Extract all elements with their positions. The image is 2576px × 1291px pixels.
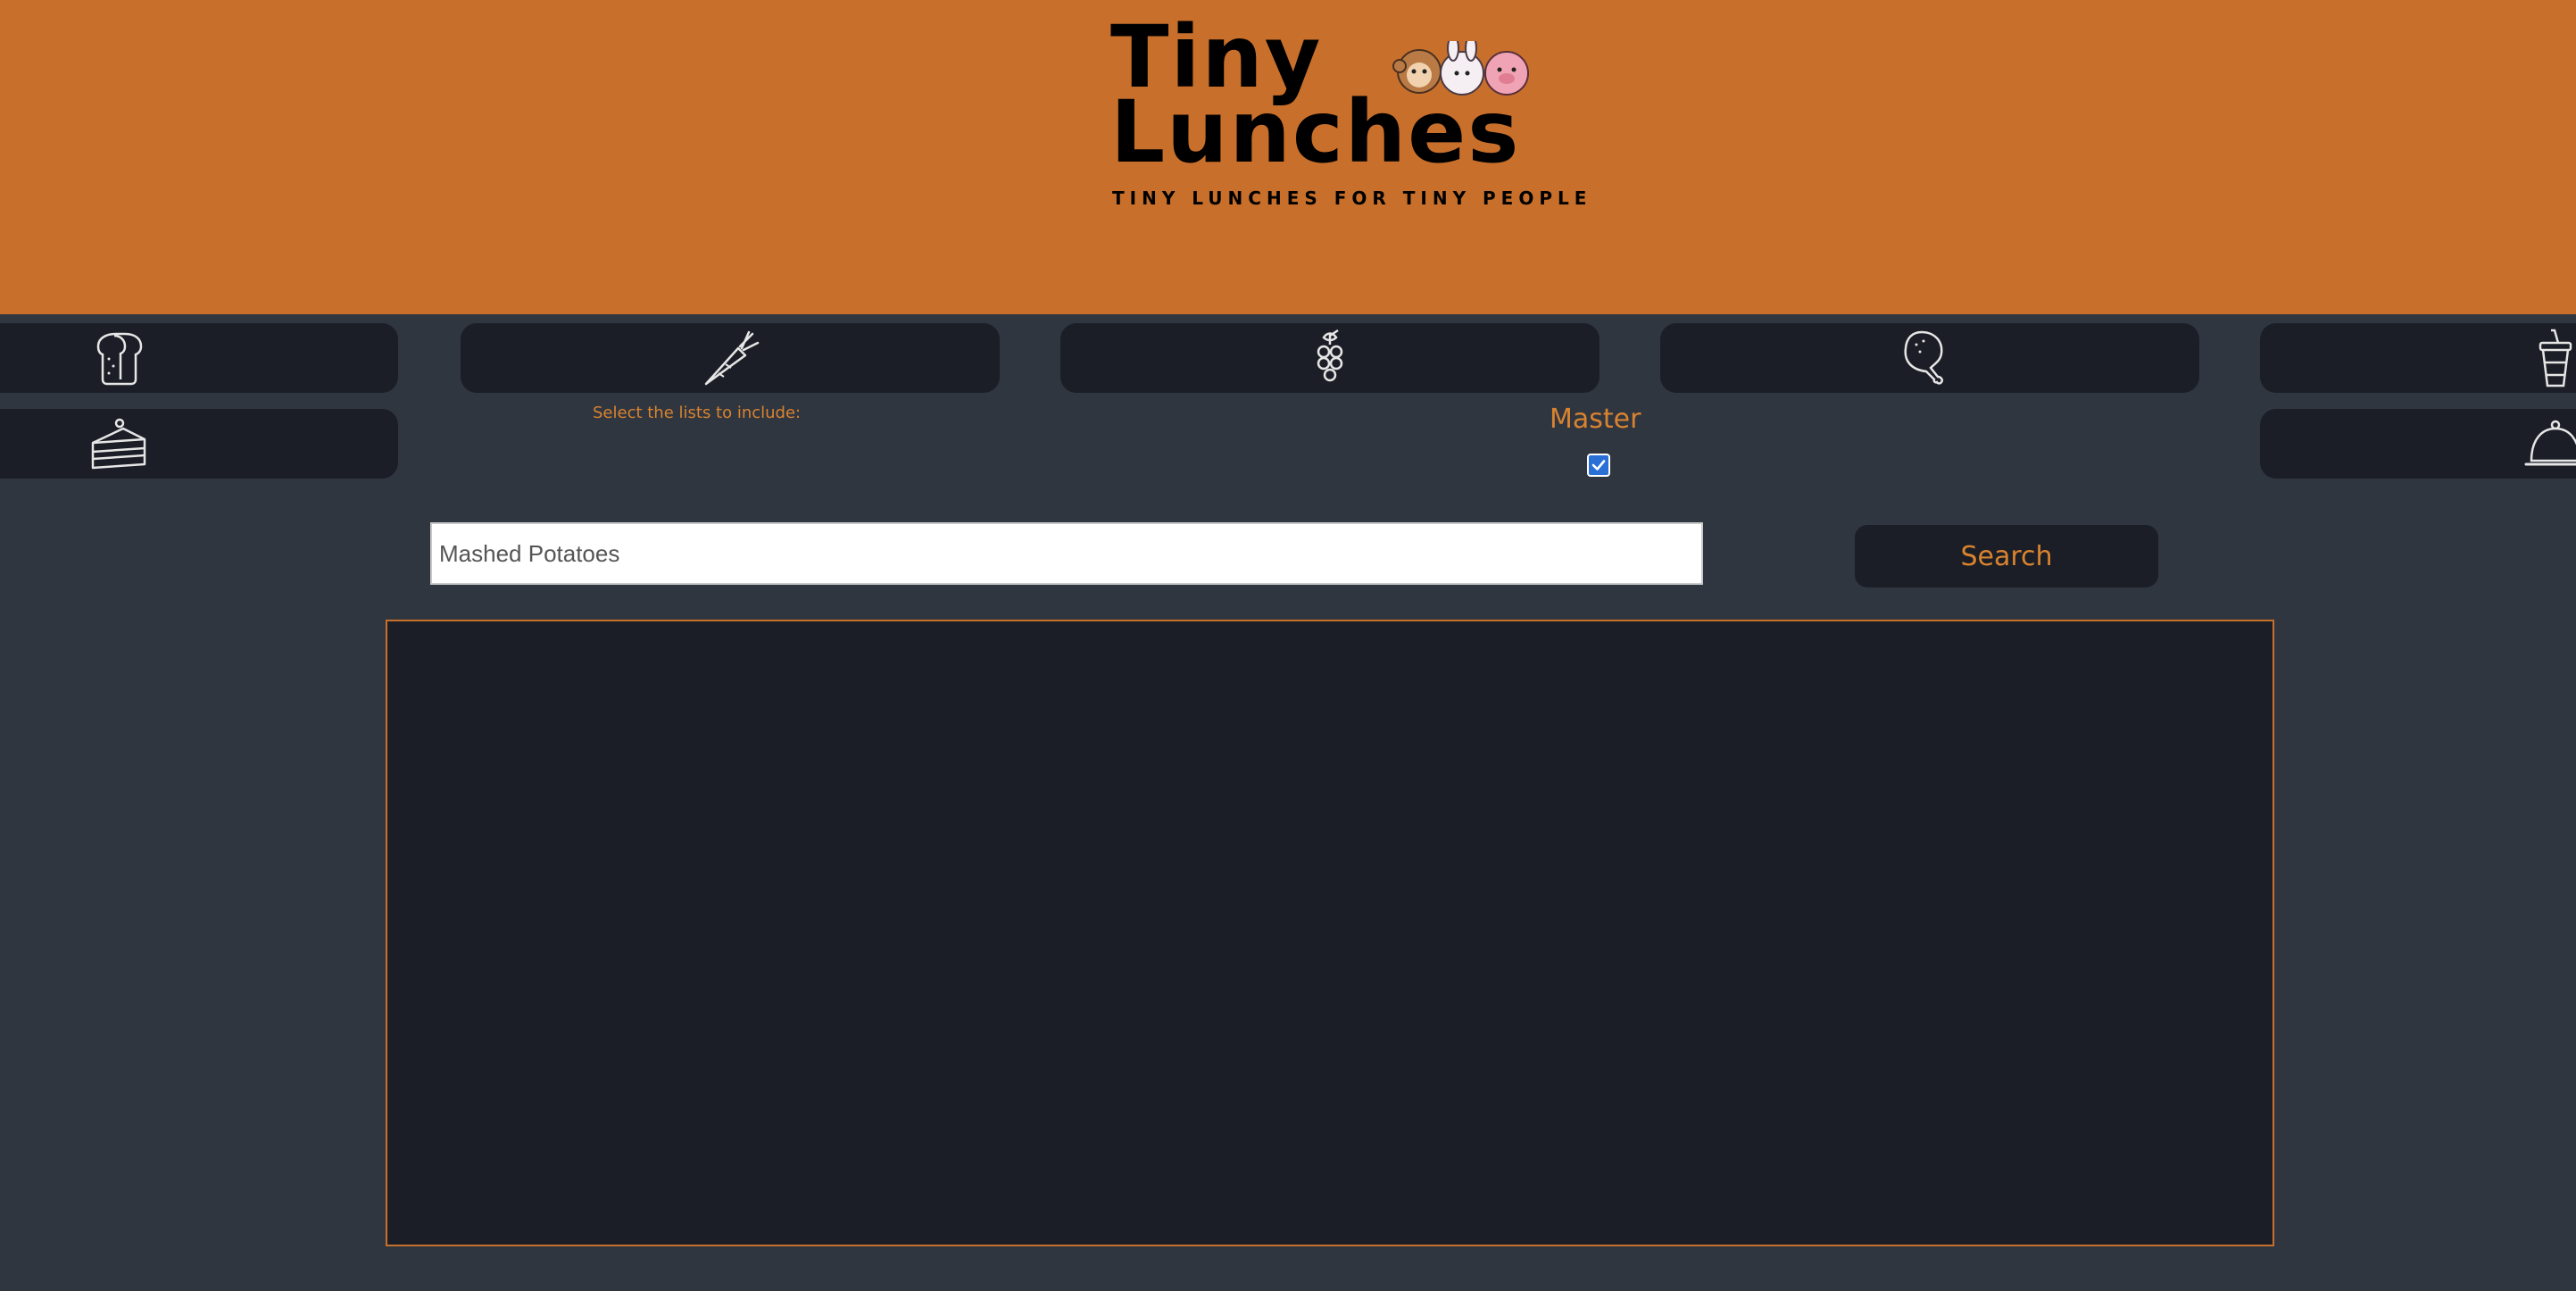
animal-mascots-icon xyxy=(1392,41,1529,96)
grapes-icon xyxy=(1317,329,1343,382)
checkmark-icon xyxy=(1591,460,1606,471)
category-meals-button[interactable] xyxy=(2260,409,2576,479)
site-header: Tiny Lunches TINY LUNCHES FOR TINY PEOPL… xyxy=(0,0,2576,314)
select-lists-label: Select the lists to include: xyxy=(593,404,802,422)
category-protein-button[interactable] xyxy=(1660,323,2199,393)
logo[interactable]: Tiny Lunches TINY LUNCHES FOR TINY PEOPL… xyxy=(1110,14,1586,216)
category-drinks-button[interactable] xyxy=(2260,323,2576,393)
logo-tagline: TINY LUNCHES FOR TINY PEOPLE xyxy=(1112,187,1592,209)
chicken-leg-icon xyxy=(1904,330,1944,385)
logo-title-line2: Lunches xyxy=(1110,82,1521,182)
category-fruits-button[interactable] xyxy=(1060,323,1600,393)
search-input[interactable]: Mashed Potatoes xyxy=(430,522,1703,585)
drink-cup-icon xyxy=(2539,329,2572,387)
category-desserts-button[interactable] xyxy=(0,409,398,479)
results-panel xyxy=(386,620,2274,1246)
category-bread-button[interactable] xyxy=(0,323,398,393)
master-list-checkbox[interactable] xyxy=(1587,454,1610,477)
cake-slice-icon xyxy=(91,418,146,470)
category-vegetables-button[interactable] xyxy=(461,323,1000,393)
cloche-icon xyxy=(2524,420,2576,466)
master-list-label: Master xyxy=(1550,404,1641,435)
search-button[interactable]: Search xyxy=(1855,525,2158,587)
bread-icon xyxy=(96,332,143,386)
carrot-icon xyxy=(704,330,760,386)
